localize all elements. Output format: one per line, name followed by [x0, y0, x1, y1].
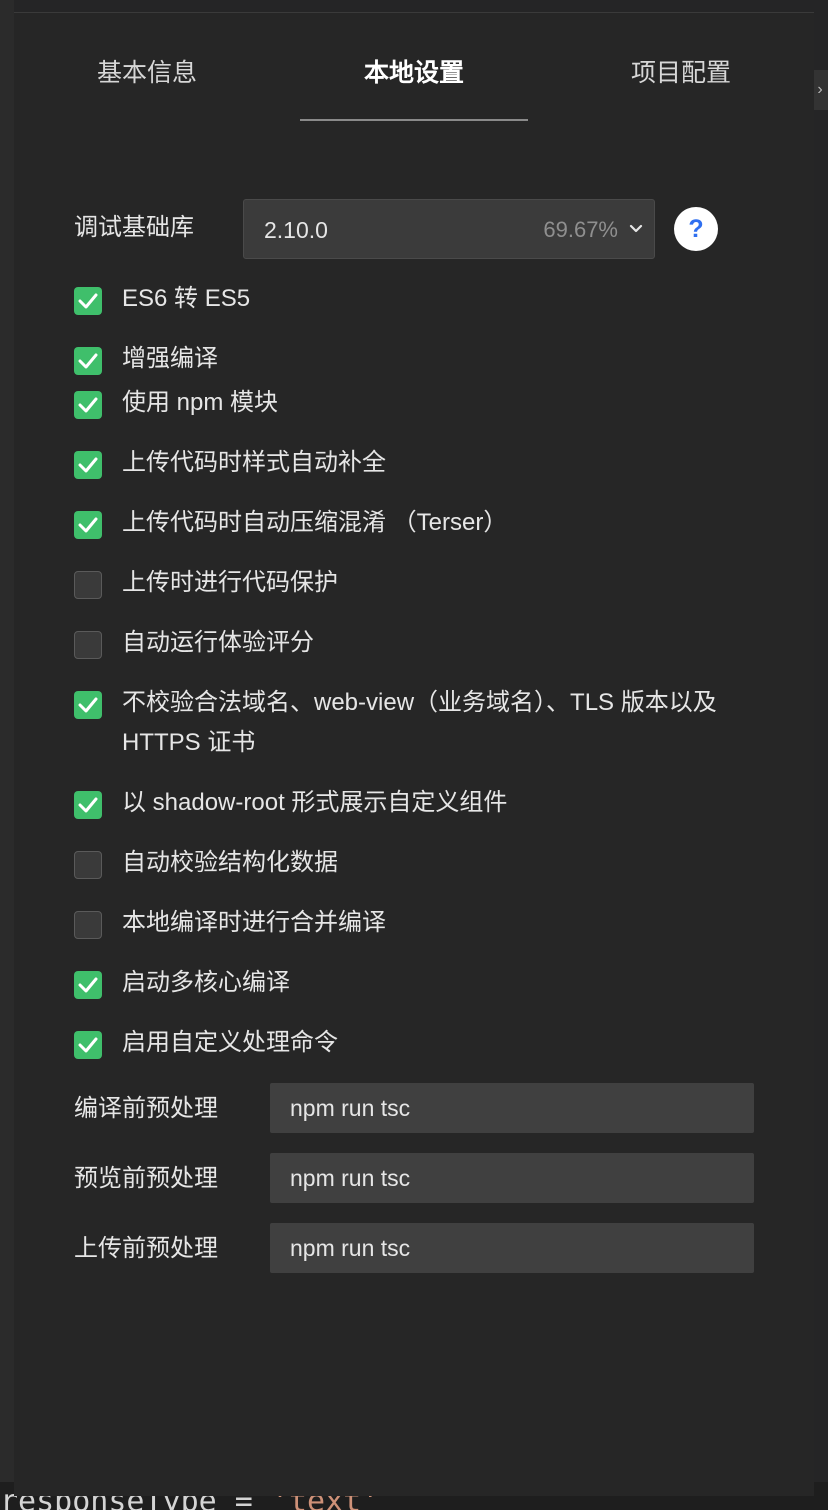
checkbox-checked[interactable]: [74, 1031, 102, 1059]
check-icon: [78, 397, 98, 413]
cmd-row-compile: 编译前预处理: [74, 1083, 774, 1133]
pre-upload-command-input[interactable]: [270, 1223, 754, 1273]
check-icon: [78, 697, 98, 713]
option-label: 增强编译: [122, 345, 218, 372]
tab-local-settings[interactable]: 本地设置: [300, 13, 528, 121]
checkbox-unchecked[interactable]: [74, 631, 102, 659]
debug-lib-label: 调试基础库: [74, 214, 194, 241]
editor-left-strip: [0, 0, 14, 1510]
option-label: 自动运行体验评分: [122, 629, 314, 656]
checkbox-unchecked[interactable]: [74, 571, 102, 599]
check-icon: [78, 293, 98, 309]
cmd-row-preview: 预览前预处理: [74, 1153, 774, 1203]
pre-preview-command-input[interactable]: [270, 1153, 754, 1203]
check-icon: [78, 457, 98, 473]
checkbox-checked[interactable]: [74, 451, 102, 479]
check-icon: [78, 1037, 98, 1053]
debug-lib-select[interactable]: 2.10.0 69.67%: [243, 199, 655, 259]
check-icon: [78, 977, 98, 993]
lib-version-value: 2.10.0: [264, 217, 328, 243]
local-settings-panel: 基本信息 本地设置 项目配置 调试基础库 2.10.0 69.67% ? ES6…: [14, 12, 814, 1496]
debug-lib-row: 调试基础库 2.10.0 69.67% ?: [74, 199, 734, 261]
check-icon: [78, 797, 98, 813]
checkbox-checked[interactable]: [74, 691, 102, 719]
checkbox-checked[interactable]: [74, 791, 102, 819]
option-label: 本地编译时进行合并编译: [122, 909, 386, 936]
active-tab-indicator: [300, 119, 528, 121]
cmd-row-upload: 上传前预处理: [74, 1223, 774, 1273]
lib-coverage-percent: 69.67%: [543, 217, 618, 242]
option-label: 自动校验结构化数据: [122, 849, 338, 876]
check-icon: [78, 353, 98, 369]
tab-bar: 基本信息 本地设置 项目配置: [14, 13, 814, 121]
checkbox-unchecked[interactable]: [74, 911, 102, 939]
option-label: 上传代码时样式自动补全: [122, 449, 386, 476]
pre-compile-command-input[interactable]: [270, 1083, 754, 1133]
option-label: 使用 npm 模块: [122, 389, 279, 416]
option-label: 启动多核心编译: [122, 969, 290, 996]
check-icon: [78, 517, 98, 533]
checkbox-checked[interactable]: [74, 287, 102, 315]
help-icon[interactable]: ?: [674, 207, 718, 251]
tab-project-config[interactable]: 项目配置: [548, 13, 814, 121]
chevron-right-icon[interactable]: ›: [812, 70, 828, 110]
cmd-label-upload: 上传前预处理: [74, 1235, 218, 1262]
editor-top-right-fragment: [812, 0, 828, 40]
tab-basic-info[interactable]: 基本信息: [14, 13, 280, 121]
cmd-label-preview: 预览前预处理: [74, 1165, 218, 1192]
option-label: 上传代码时自动压缩混淆 （Terser）: [122, 509, 508, 536]
option-label: 启用自定义处理命令: [122, 1029, 338, 1056]
checkbox-checked[interactable]: [74, 391, 102, 419]
option-label: 上传时进行代码保护: [122, 569, 338, 596]
option-label: ES6 转 ES5: [122, 285, 251, 312]
checkbox-checked[interactable]: [74, 511, 102, 539]
checkbox-checked[interactable]: [74, 971, 102, 999]
checkbox-checked[interactable]: [74, 347, 102, 375]
chevron-down-icon: [629, 224, 643, 233]
cmd-label-compile: 编译前预处理: [74, 1095, 218, 1122]
option-label: 不校验合法域名、web-view（业务域名）、TLS 版本以及 HTTPS 证书: [122, 689, 717, 756]
checkbox-unchecked[interactable]: [74, 851, 102, 879]
option-label: 以 shadow-root 形式展示自定义组件: [122, 789, 508, 816]
